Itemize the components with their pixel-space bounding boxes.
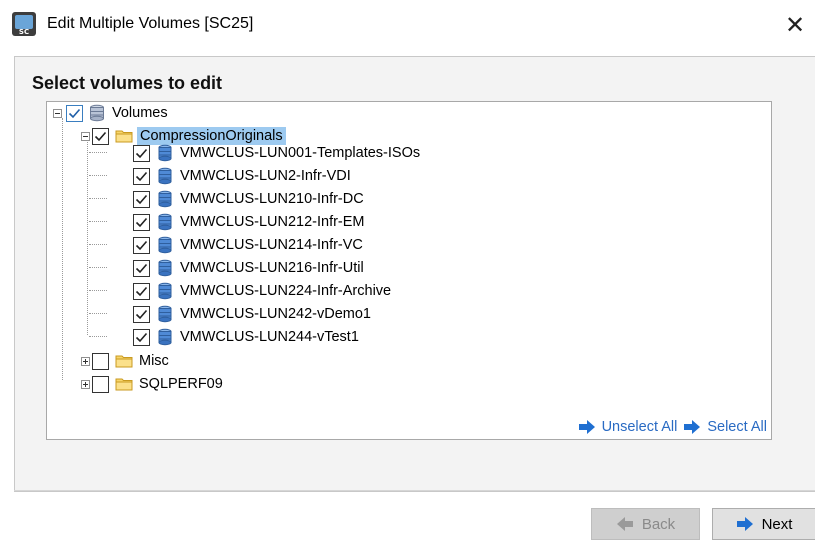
volume-icon — [158, 282, 172, 300]
tree-label: Misc — [139, 353, 169, 369]
unselect-all-label: Unselect All — [601, 419, 678, 435]
tree-row-volume[interactable]: VMWCLUS-LUN216-Infr-Util — [133, 257, 364, 279]
tree-label: VMWCLUS-LUN214-Infr-VC — [180, 237, 363, 253]
back-button[interactable]: Back — [591, 508, 700, 540]
volume-icon — [158, 144, 172, 162]
volume-icon — [158, 236, 172, 254]
checkbox-volume[interactable] — [133, 236, 150, 254]
select-all-label: Select All — [707, 419, 767, 435]
tree-label: VMWCLUS-LUN216-Infr-Util — [180, 260, 364, 276]
checkbox-volume[interactable] — [133, 190, 150, 208]
folder-icon — [115, 378, 133, 391]
tree-label: SQLPERF09 — [139, 376, 223, 392]
checkbox-volume[interactable] — [133, 213, 150, 231]
wizard-panel: Select volumes to edit Volumes Compressi… — [14, 56, 815, 492]
volume-icon — [158, 305, 172, 323]
tree-label: VMWCLUS-LUN244-vTest1 — [180, 329, 359, 345]
checkbox-volume[interactable] — [133, 259, 150, 277]
volume-icon — [158, 328, 172, 346]
checkbox-volume[interactable] — [133, 282, 150, 300]
checkbox-volume[interactable] — [133, 305, 150, 323]
tree-row-volume[interactable]: VMWCLUS-LUN2-Infr-VDI — [133, 165, 351, 187]
tree-row-volume[interactable]: VMWCLUS-LUN224-Infr-Archive — [133, 280, 391, 302]
checkbox-folder[interactable] — [92, 127, 109, 145]
tree-row-volume[interactable]: VMWCLUS-LUN210-Infr-DC — [133, 188, 364, 210]
checkbox-folder[interactable] — [92, 352, 109, 370]
arrow-right-icon — [736, 517, 753, 531]
selection-links: Unselect All Select All — [578, 419, 767, 435]
arrow-right-icon — [684, 420, 701, 434]
collapse-toggle[interactable] — [53, 108, 62, 118]
tree-label: VMWCLUS-LUN212-Infr-EM — [180, 214, 365, 230]
tree-label: VMWCLUS-LUN001-Templates-ISOs — [180, 145, 421, 161]
back-label: Back — [641, 515, 676, 533]
expand-toggle[interactable] — [81, 356, 90, 366]
volume-tree[interactable]: Volumes CompressionOriginals VMWCLUS-LUN… — [46, 101, 772, 440]
checkbox-volume[interactable] — [133, 167, 150, 185]
next-label: Next — [761, 515, 793, 533]
tree-row-folder[interactable]: Misc — [81, 350, 169, 372]
window-title: Edit Multiple Volumes [SC25] — [47, 15, 254, 32]
tree-row-folder[interactable]: SQLPERF09 — [81, 373, 223, 395]
tree-label: VMWCLUS-LUN210-Infr-DC — [180, 191, 364, 207]
unselect-all-link[interactable]: Unselect All — [578, 419, 678, 435]
collapse-toggle[interactable] — [81, 131, 90, 141]
volume-icon — [158, 259, 172, 277]
section-title: Select volumes to edit — [32, 73, 223, 93]
tree-row-volume[interactable]: VMWCLUS-LUN214-Infr-VC — [133, 234, 363, 256]
arrow-left-icon — [616, 517, 633, 531]
volume-icon — [158, 167, 172, 185]
tree-label: VMWCLUS-LUN2-Infr-VDI — [180, 168, 351, 184]
checkbox-volume[interactable] — [133, 328, 150, 346]
tree-label: VMWCLUS-LUN224-Infr-Archive — [180, 283, 392, 299]
folder-icon — [115, 130, 133, 143]
tree-row-volume[interactable]: VMWCLUS-LUN001-Templates-ISOs — [133, 142, 420, 164]
tree-label: Volumes — [112, 105, 168, 121]
checkbox-volume[interactable] — [133, 144, 150, 162]
close-button[interactable]: ✕ — [775, 5, 815, 45]
app-icon: SC — [12, 12, 36, 36]
checkbox-volumes[interactable] — [66, 104, 83, 122]
checkbox-folder[interactable] — [92, 375, 109, 393]
volumes-stack-icon — [90, 104, 104, 122]
expand-toggle[interactable] — [81, 379, 90, 389]
tree-label: VMWCLUS-LUN242-vDemo1 — [180, 306, 371, 322]
arrow-right-icon — [578, 420, 595, 434]
folder-icon — [115, 355, 133, 368]
footer-separator — [14, 490, 815, 491]
volume-icon — [158, 213, 172, 231]
tree-row-volume[interactable]: VMWCLUS-LUN212-Infr-EM — [133, 211, 365, 233]
volume-icon — [158, 190, 172, 208]
tree-row-volume[interactable]: VMWCLUS-LUN244-vTest1 — [133, 326, 359, 348]
title-bar: SC Edit Multiple Volumes [SC25] ✕ — [0, 0, 815, 50]
tree-row-volumes[interactable]: Volumes — [53, 102, 168, 124]
tree-row-volume[interactable]: VMWCLUS-LUN242-vDemo1 — [133, 303, 371, 325]
select-all-link[interactable]: Select All — [683, 419, 767, 435]
next-button[interactable]: Next — [712, 508, 815, 540]
